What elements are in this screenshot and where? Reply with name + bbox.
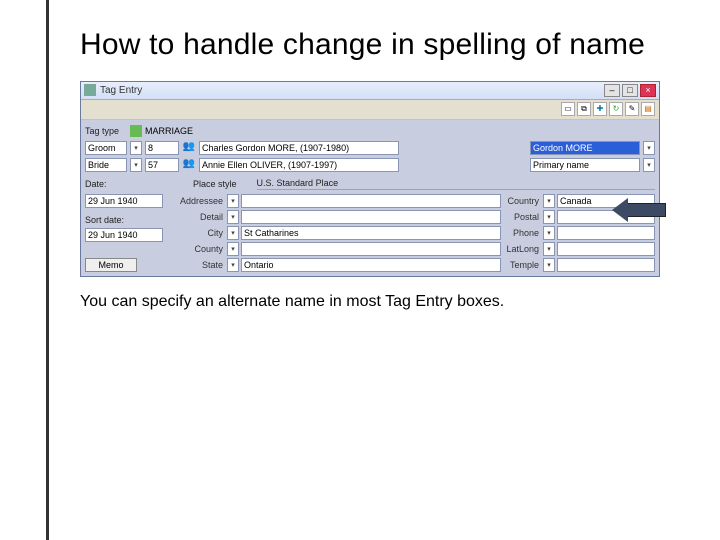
latlong-dropdown[interactable]: ▾	[543, 242, 555, 256]
county-field[interactable]	[241, 242, 501, 256]
plus-icon[interactable]: ✚	[593, 102, 607, 116]
postal-dropdown[interactable]: ▾	[543, 210, 555, 224]
city-field[interactable]: St Catharines	[241, 226, 501, 240]
people-icon: 👥	[182, 141, 196, 155]
state-dropdown[interactable]: ▾	[227, 258, 239, 272]
sortdate-field[interactable]: 29 Jun 1940	[85, 228, 163, 242]
slide-caption: You can specify an alternate name in mos…	[80, 291, 660, 313]
id-bride[interactable]: 57	[145, 158, 179, 172]
app-icon	[84, 84, 96, 96]
name-variant-field[interactable]: Gordon MORE	[530, 141, 640, 155]
detail-label: Detail	[177, 212, 225, 222]
phone-label: Phone	[505, 228, 541, 238]
toolbar: ▭ ⧉ ✚ ↻ ✎ ▤	[81, 100, 659, 120]
county-dropdown[interactable]: ▾	[227, 242, 239, 256]
people-icon: 👥	[182, 158, 196, 172]
postal-label: Postal	[505, 212, 541, 222]
callout-arrow	[626, 203, 666, 217]
city-label: City	[177, 228, 225, 238]
id-groom[interactable]: 8	[145, 141, 179, 155]
detail-dropdown[interactable]: ▾	[227, 210, 239, 224]
date-field[interactable]: 29 Jun 1940	[85, 194, 163, 208]
book-icon[interactable]: ▭	[561, 102, 575, 116]
latlong-label: LatLong	[505, 244, 541, 254]
principal-row-bride: Bride ▾ 57 👥 Annie Ellen OLIVER, (1907-1…	[85, 158, 655, 172]
minimize-button[interactable]: –	[604, 84, 620, 97]
latlong-field[interactable]	[557, 242, 655, 256]
close-button[interactable]: ×	[640, 84, 656, 97]
window-title: Tag Entry	[100, 85, 142, 96]
slide-left-rule	[46, 0, 49, 540]
addressee-label: Addressee	[177, 196, 225, 206]
placestyle-label: Place style	[193, 179, 237, 189]
state-label: State	[177, 260, 225, 270]
country-label: Country	[505, 196, 541, 206]
slide-title: How to handle change in spelling of name	[80, 28, 660, 63]
name-type-field[interactable]: Primary name	[530, 158, 640, 172]
country-dropdown[interactable]: ▾	[543, 194, 555, 208]
maximize-button[interactable]: □	[622, 84, 638, 97]
dialog-body: Tag type MARRIAGE Groom ▾ 8 👥 Charles Go…	[81, 120, 659, 276]
city-dropdown[interactable]: ▾	[227, 226, 239, 240]
county-label: County	[177, 244, 225, 254]
role-dropdown[interactable]: ▾	[130, 158, 142, 172]
phone-dropdown[interactable]: ▾	[543, 226, 555, 240]
date-label: Date:	[85, 179, 173, 189]
phone-field[interactable]	[557, 226, 655, 240]
titlebar: Tag Entry – □ ×	[81, 82, 659, 100]
role-groom[interactable]: Groom	[85, 141, 127, 155]
name-groom[interactable]: Charles Gordon MORE, (1907-1980)	[199, 141, 399, 155]
name-variant-dropdown[interactable]: ▾	[643, 141, 655, 155]
tagtype-value: MARRIAGE	[145, 124, 193, 138]
state-field[interactable]: Ontario	[241, 258, 501, 272]
name-type-dropdown[interactable]: ▾	[643, 158, 655, 172]
placeset-label: U.S. Standard Place	[257, 178, 655, 190]
temple-dropdown[interactable]: ▾	[543, 258, 555, 272]
refresh-icon[interactable]: ↻	[609, 102, 623, 116]
memo-button[interactable]: Memo	[85, 258, 137, 272]
sortdate-label: Sort date:	[85, 215, 173, 225]
tagtype-label: Tag type	[85, 126, 127, 136]
principal-row-groom: Groom ▾ 8 👥 Charles Gordon MORE, (1907-1…	[85, 141, 655, 155]
slide: How to handle change in spelling of name…	[0, 0, 720, 332]
gear-icon[interactable]: ✎	[625, 102, 639, 116]
temple-label: Temple	[505, 260, 541, 270]
detail-field[interactable]	[241, 210, 501, 224]
copy-icon[interactable]: ⧉	[577, 102, 591, 116]
role-dropdown[interactable]: ▾	[130, 141, 142, 155]
name-bride[interactable]: Annie Ellen OLIVER, (1907-1997)	[199, 158, 399, 172]
tag-entry-dialog: Tag Entry – □ × ▭ ⧉ ✚ ↻ ✎ ▤ Tag type MAR…	[80, 81, 660, 277]
addressee-dropdown[interactable]: ▾	[227, 194, 239, 208]
person-icon	[130, 125, 142, 137]
role-bride[interactable]: Bride	[85, 158, 127, 172]
chart-icon[interactable]: ▤	[641, 102, 655, 116]
temple-field[interactable]	[557, 258, 655, 272]
addressee-field[interactable]	[241, 194, 501, 208]
